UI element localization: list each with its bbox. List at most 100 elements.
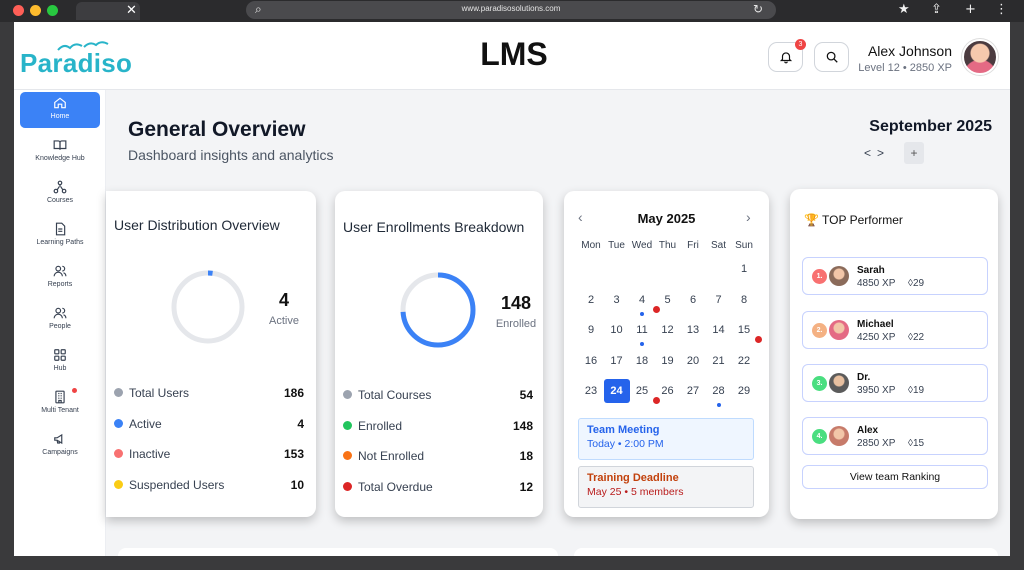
card-title: User Distribution Overview	[114, 217, 280, 233]
sidebar-item-reports[interactable]: Reports	[20, 260, 100, 296]
close-tab-icon[interactable]: ✕	[126, 3, 137, 18]
top-performer-card: 🏆 TOP Performer 1. Sarah 4850 XP ◊29 2. …	[790, 189, 998, 519]
performer-xp: 4250 XP	[857, 332, 896, 343]
weekday-label: Thu	[658, 240, 677, 251]
legend-row-total-overdue: Total Overdue 12	[343, 479, 535, 495]
weekday-label: Fri	[687, 240, 699, 251]
calendar-card: ‹ May 2025 › Mon Tue Wed Thu Fri Sat Sun 1 2 3 4 5 6…	[564, 191, 769, 517]
calendar-day[interactable]: 3	[604, 288, 630, 312]
ring-chart	[400, 272, 476, 348]
legend-dot	[343, 421, 352, 430]
sidebar-item-multi-tenant[interactable]: Multi Tenant	[20, 386, 100, 422]
calendar-day[interactable]: 21	[706, 349, 732, 373]
legend-dot	[114, 388, 123, 397]
avatar	[829, 426, 849, 446]
sidebar-item-campaigns[interactable]: Campaigns	[20, 428, 100, 464]
performer-name: Alex	[857, 425, 879, 436]
avatar[interactable]	[962, 39, 998, 75]
search-button[interactable]	[814, 42, 849, 72]
address-bar[interactable]: ⌕ www.paradisosolutions.com ↻	[246, 1, 776, 19]
minimize-window-button[interactable]	[30, 5, 41, 16]
calendar-day[interactable]: 27	[680, 379, 706, 403]
calendar-day[interactable]: 11	[629, 318, 655, 342]
sidebar-item-label: Knowledge Hub	[35, 155, 85, 162]
calendar-day[interactable]: 26	[655, 379, 681, 403]
performer-item[interactable]: 2. Michael 4250 XP ◊22	[802, 311, 988, 349]
calendar-day[interactable]: 23	[578, 379, 604, 403]
calendar-day[interactable]: 25	[629, 379, 655, 403]
sidebar-item-knowledge-hub[interactable]: Knowledge Hub	[20, 134, 100, 170]
event-marker-blue	[716, 403, 721, 407]
calendar-day[interactable]: 28	[706, 379, 732, 403]
calendar-day[interactable]: 17	[604, 349, 630, 373]
maximize-window-button[interactable]	[47, 5, 58, 16]
next-month-button[interactable]: >	[877, 146, 890, 160]
event-marker-blue	[640, 311, 644, 316]
sidebar-item-people[interactable]: People	[20, 302, 100, 338]
performer-item[interactable]: 1. Sarah 4850 XP ◊29	[802, 257, 988, 295]
add-button[interactable]: +	[904, 142, 924, 164]
streak: ◊19	[908, 385, 924, 396]
weekday-label: Tue	[608, 240, 625, 251]
reload-icon[interactable]: ↻	[753, 2, 763, 16]
calendar-day[interactable]: 1	[731, 257, 757, 281]
event-training-deadline[interactable]: Training Deadline May 25 • 5 members	[578, 466, 754, 508]
calendar-day[interactable]: 9	[578, 318, 604, 342]
close-window-button[interactable]	[13, 5, 24, 16]
logo[interactable]: Paradiso	[20, 48, 132, 79]
calendar-day[interactable]: 6	[680, 288, 706, 312]
calendar-day[interactable]: 14	[706, 318, 732, 342]
legend-label: Total Overdue	[358, 480, 433, 494]
performer-item[interactable]: 3. Dr. 3950 XP ◊19	[802, 364, 988, 402]
calendar-day[interactable]: 20	[680, 349, 706, 373]
bookmark-star-icon[interactable]: ★	[898, 2, 910, 17]
legend-value: 54	[519, 388, 533, 402]
calendar-next-button[interactable]: ›	[746, 209, 751, 225]
url-text: www.paradisosolutions.com	[461, 4, 561, 13]
calendar-day[interactable]: 2	[578, 288, 604, 312]
legend-row-total-users: Total Users 186	[114, 385, 306, 401]
calendar-day[interactable]: 22	[731, 349, 757, 373]
calendar-day[interactable]: 18	[629, 349, 655, 373]
more-menu-icon[interactable]: ⋮	[995, 2, 1008, 17]
calendar-day[interactable]: 24	[603, 379, 630, 403]
calendar-day[interactable]: 19	[655, 349, 681, 373]
sidebar-item-label: People	[49, 323, 71, 330]
calendar-day[interactable]: 10	[604, 318, 630, 342]
view-team-ranking-button[interactable]: View team Ranking	[802, 465, 988, 489]
legend-dot	[343, 451, 352, 460]
prev-month-button[interactable]: <	[864, 146, 877, 160]
performer-name: Dr.	[857, 372, 871, 383]
event-team-meeting[interactable]: Team Meeting Today • 2:00 PM	[578, 418, 754, 460]
new-tab-icon[interactable]: +	[965, 2, 976, 17]
ring-label: Active	[269, 315, 299, 327]
calendar-day[interactable]: 15	[731, 318, 757, 342]
sidebar-item-home[interactable]: Home	[20, 92, 100, 128]
sidebar-item-hub[interactable]: Hub	[20, 344, 100, 380]
legend-label: Not Enrolled	[358, 449, 425, 463]
streak-count: 15	[912, 438, 925, 449]
ring-value: 4	[278, 290, 289, 310]
overview-title: General Overview	[128, 118, 306, 141]
calendar-day[interactable]: 8	[731, 288, 757, 312]
calendar-day[interactable]: 13	[680, 318, 706, 342]
legend-label: Enrolled	[358, 419, 403, 433]
sidebar-item-label: Campaigns	[42, 449, 78, 456]
calendar-day[interactable]: 4	[629, 288, 655, 312]
performer-item[interactable]: 4. Alex 2850 XP ◊15	[802, 417, 988, 455]
calendar-day[interactable]: 16	[578, 349, 604, 373]
calendar-day[interactable]: 5	[655, 288, 681, 312]
sidebar-item-label: Learning Paths	[36, 239, 84, 246]
event-marker-red	[755, 336, 762, 343]
sidebar-item-learning-paths[interactable]: Learning Paths	[20, 218, 100, 254]
calendar-day[interactable]: 29	[731, 379, 757, 403]
streak-count: 29	[912, 278, 925, 289]
share-icon[interactable]: ⇪	[931, 2, 942, 17]
sidebar-item-courses[interactable]: Courses	[20, 176, 100, 212]
calendar-day[interactable]: 7	[706, 288, 732, 312]
enrolled-ring: 148 Enrolled	[399, 271, 536, 349]
calendar-day[interactable]: 12	[655, 318, 681, 342]
streak-count: 19	[912, 385, 925, 396]
legend-value: 148	[512, 419, 533, 433]
performer-xp: 2850 XP	[857, 438, 896, 449]
